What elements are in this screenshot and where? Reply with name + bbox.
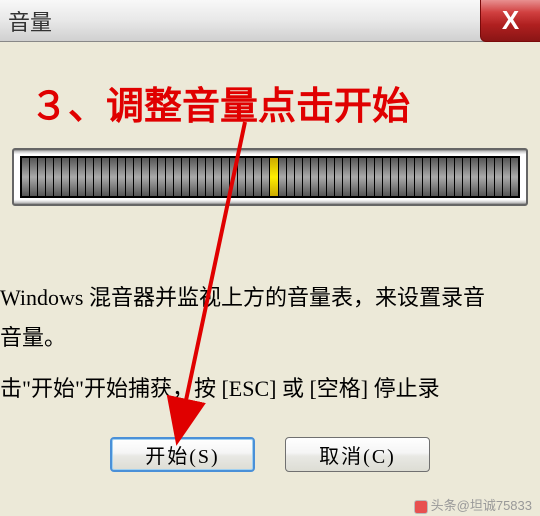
close-icon: X [502, 5, 519, 36]
volume-meter [12, 148, 528, 206]
close-button[interactable]: X [480, 0, 540, 42]
volume-meter-bars [20, 156, 520, 198]
instruction-line-2: 音量。 [0, 318, 532, 358]
window-title: 音量 [8, 5, 52, 37]
annotation-text: ３、调整音量点击开始 [30, 75, 410, 130]
button-row: 开始(S) 取消(C) [0, 437, 540, 472]
cancel-button[interactable]: 取消(C) [285, 437, 430, 472]
watermark: 头条@坦诚75833 [414, 495, 532, 514]
instruction-line-3: 击"开始"开始捕获，按 [ESC] 或 [空格] 停止录 [0, 369, 532, 409]
watermark-icon [414, 500, 428, 514]
instruction-line-1: Windows 混音器并监视上方的音量表，来设置录音 [0, 278, 532, 318]
titlebar: 音量 X [0, 0, 540, 42]
watermark-text: 头条@坦诚75833 [431, 498, 532, 513]
start-button[interactable]: 开始(S) [110, 437, 255, 472]
instruction-text: Windows 混音器并监视上方的音量表，来设置录音 音量。 击"开始"开始捕获… [0, 278, 532, 409]
